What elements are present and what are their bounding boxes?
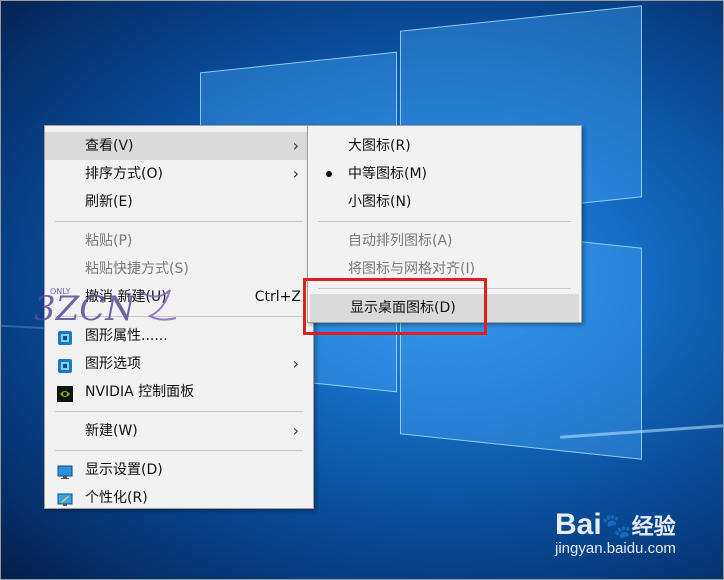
intel-graphics-icon (57, 356, 73, 373)
menu-item-label: 刷新(E) (85, 194, 133, 210)
chevron-right-icon: › (292, 421, 299, 440)
menu-item-refresh[interactable]: 刷新(E) (45, 188, 313, 216)
menu-separator (55, 411, 303, 412)
submenu-item-large-icons[interactable]: 大图标(R) (308, 132, 581, 160)
menu-item-label: 小图标(N) (348, 194, 412, 210)
menu-item-label: 粘贴(P) (85, 233, 133, 249)
menu-item-label: 大图标(R) (348, 138, 411, 154)
menu-item-label: 自动排列图标(A) (348, 233, 453, 249)
radio-bullet-icon (326, 171, 332, 177)
menu-item-nvidia-control-panel[interactable]: NVIDIA 控制面板 (45, 378, 313, 406)
chevron-right-icon: › (292, 164, 299, 183)
menu-item-label: 个性化(R) (85, 490, 148, 506)
watermark-brand: Bai🐾经验 (555, 508, 676, 542)
logo-small-text: ONLY (50, 287, 71, 296)
menu-item-view[interactable]: 查看(V) › (45, 132, 313, 160)
chevron-right-icon: › (292, 354, 299, 373)
menu-item-sort-by[interactable]: 排序方式(O) › (45, 160, 313, 188)
menu-item-label: 将图标与网格对齐(I) (348, 261, 476, 277)
personalize-icon (57, 490, 73, 506)
chevron-right-icon: › (292, 136, 299, 155)
highlight-annotation-box (303, 278, 487, 335)
menu-separator (318, 221, 571, 222)
watermark-brand-text: Bai (555, 508, 602, 541)
display-settings-icon (57, 462, 73, 479)
site-logo-overlay: 3ZCN ONLY (30, 282, 180, 334)
menu-item-new[interactable]: 新建(W) › (45, 417, 313, 445)
menu-item-label: 图形选项 (85, 356, 141, 372)
menu-item-graphics-options[interactable]: 图形选项 › (45, 350, 313, 378)
menu-item-label: 新建(W) (85, 423, 138, 439)
watermark-brand-suffix: 经验 (631, 515, 676, 540)
menu-item-label: 中等图标(M) (348, 166, 428, 182)
menu-item-paste[interactable]: 粘贴(P) (45, 227, 313, 255)
baidu-watermark: Bai🐾经验 jingyan.baidu.com (555, 508, 676, 557)
menu-item-shortcut: Ctrl+Z (254, 289, 301, 305)
menu-separator (55, 221, 303, 222)
paw-icon: 🐾 (601, 513, 632, 540)
menu-item-label: 显示设置(D) (85, 462, 163, 478)
menu-item-label: 查看(V) (85, 138, 134, 154)
menu-separator (55, 450, 303, 451)
menu-item-paste-shortcut[interactable]: 粘贴快捷方式(S) (45, 255, 313, 283)
submenu-item-small-icons[interactable]: 小图标(N) (308, 188, 581, 216)
menu-item-personalize[interactable]: 个性化(R) (45, 484, 313, 512)
menu-item-label: 排序方式(O) (85, 166, 163, 182)
menu-item-display-settings[interactable]: 显示设置(D) (45, 456, 313, 484)
submenu-item-auto-arrange[interactable]: 自动排列图标(A) (308, 227, 581, 255)
watermark-url: jingyan.baidu.com (555, 540, 676, 557)
nvidia-icon (57, 384, 73, 402)
submenu-item-medium-icons[interactable]: 中等图标(M) (308, 160, 581, 188)
menu-item-label: 粘贴快捷方式(S) (85, 261, 189, 277)
menu-item-label: NVIDIA 控制面板 (85, 384, 195, 400)
